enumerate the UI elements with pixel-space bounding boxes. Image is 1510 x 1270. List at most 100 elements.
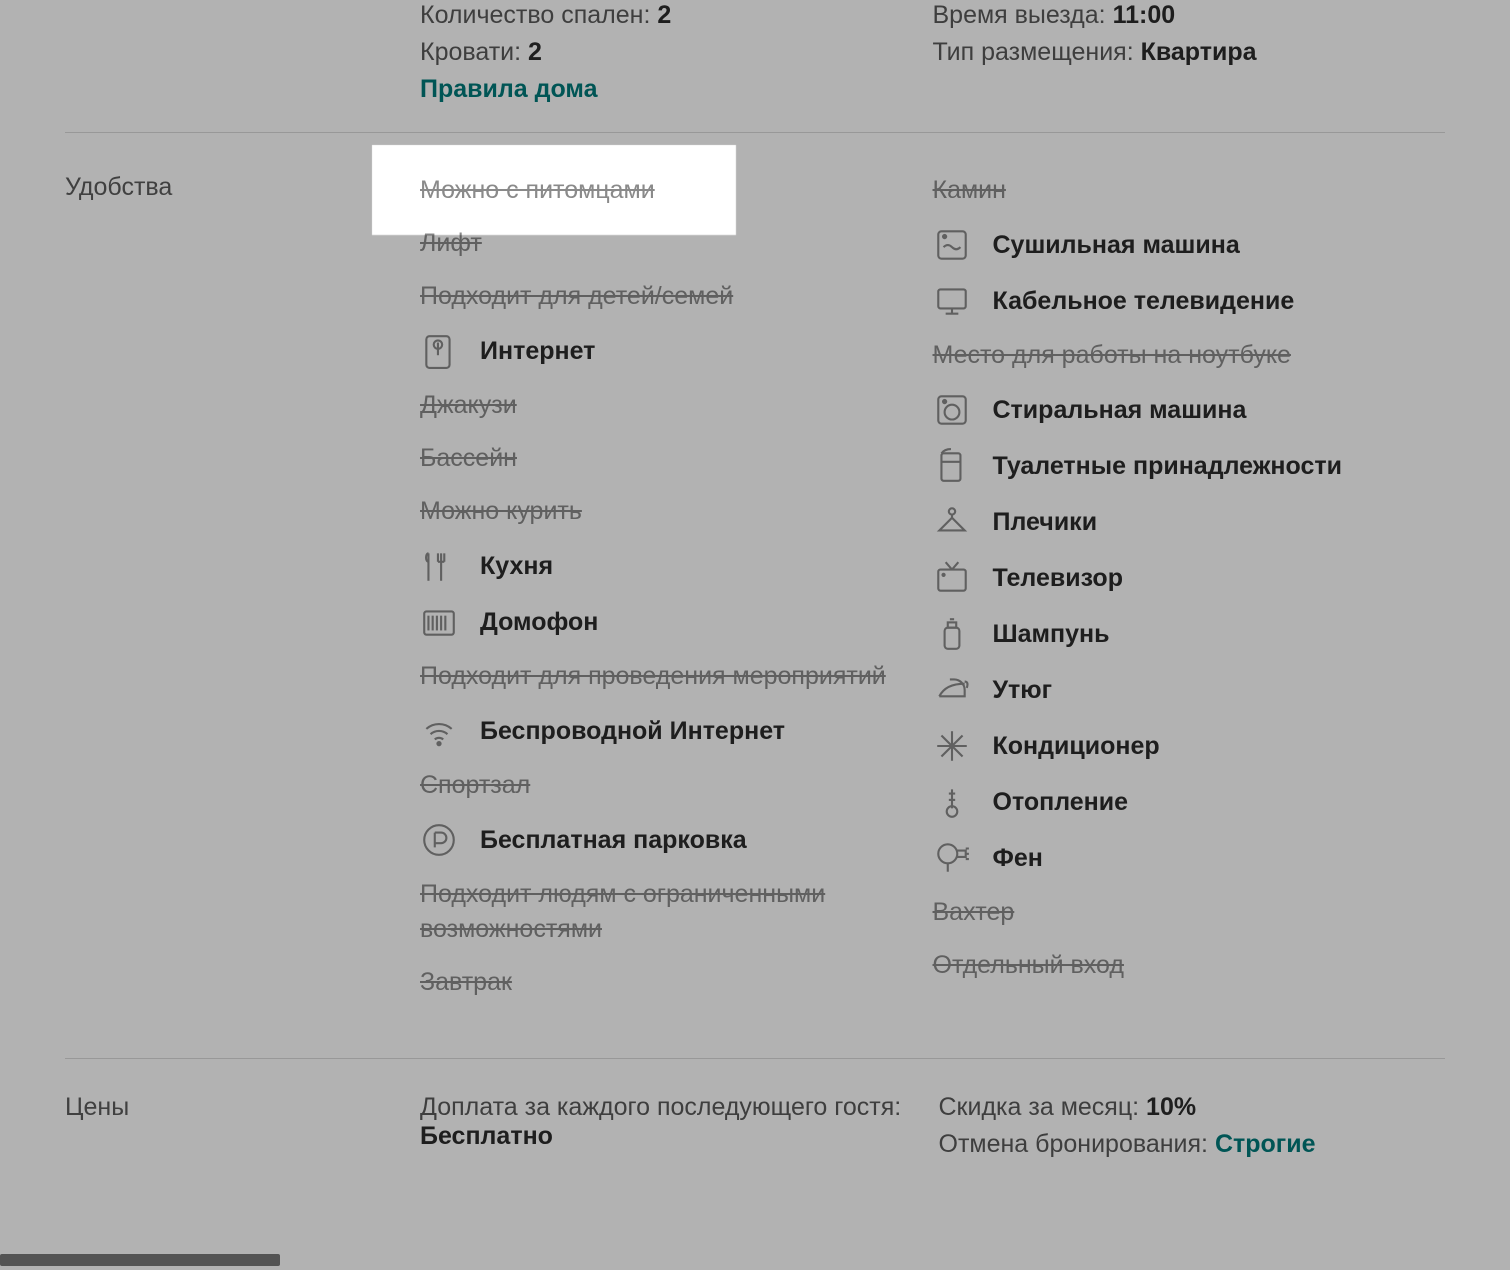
- amenity-label: Фен: [993, 841, 1043, 876]
- kitchen-icon: [420, 547, 480, 585]
- amenity-item: Шампунь: [933, 615, 1446, 653]
- cancellation-line: Отмена бронирования: Строгие: [939, 1130, 1446, 1159]
- prices-right-col: Скидка за месяц: 10% Отмена бронирования…: [939, 1093, 1446, 1167]
- amenity-label: Подходит для проведения мероприятий: [420, 659, 886, 694]
- prices-left-col: Доплата за каждого последующего гостя: Б…: [420, 1093, 939, 1167]
- month-discount-line: Скидка за месяц: 10%: [939, 1093, 1446, 1122]
- amenity-label: Завтрак: [420, 965, 512, 1000]
- extra-guest-label: Доплата за каждого последующего гостя:: [420, 1093, 901, 1121]
- amenity-label: Спортзал: [420, 768, 530, 803]
- amenity-item: Кухня: [420, 547, 933, 585]
- amenity-item: Можно с питомцами: [420, 173, 933, 208]
- amenity-label: Бассейн: [420, 441, 517, 476]
- amenity-label: Можно с питомцами: [420, 173, 655, 208]
- amenity-item: Лифт: [420, 226, 933, 261]
- amenity-label: Вахтер: [933, 895, 1015, 930]
- amenity-label: Плечики: [993, 505, 1098, 540]
- amenity-item: Камин: [933, 173, 1446, 208]
- amenity-label: Отопление: [993, 785, 1129, 820]
- amenity-item: Можно курить: [420, 494, 933, 529]
- amenity-item: Подходит для детей/семей: [420, 279, 933, 314]
- extra-guest-value: Бесплатно: [420, 1122, 553, 1150]
- internet-icon: [420, 332, 480, 370]
- amenity-item: Отопление: [933, 783, 1446, 821]
- amenity-label: Стиральная машина: [993, 393, 1247, 428]
- toiletries-icon: [933, 447, 993, 485]
- amenity-label: Кухня: [480, 549, 553, 584]
- bedrooms-label: Количество спален:: [420, 1, 657, 29]
- prices-label: Цены: [65, 1093, 420, 1167]
- wifi-icon: [420, 712, 480, 750]
- tv-icon: [933, 559, 993, 597]
- amenity-label: Камин: [933, 173, 1006, 208]
- amenity-label: Можно курить: [420, 494, 582, 529]
- amenity-item: Отдельный вход: [933, 948, 1446, 983]
- amenity-item: Подходит для проведения мероприятий: [420, 659, 933, 694]
- beds-line: Кровати: 2: [420, 38, 933, 67]
- amenity-label: Интернет: [480, 334, 595, 369]
- ac-icon: [933, 727, 993, 765]
- heating-icon: [933, 783, 993, 821]
- intercom-icon: [420, 603, 480, 641]
- amenity-item: Беспроводной Интернет: [420, 712, 933, 750]
- amenity-item: Интернет: [420, 332, 933, 370]
- beds-label: Кровати:: [420, 38, 528, 66]
- amenity-label: Беспроводной Интернет: [480, 714, 785, 749]
- amenity-item: Утюг: [933, 671, 1446, 709]
- beds-value: 2: [528, 38, 542, 66]
- extra-guest-line: Доплата за каждого последующего гостя: Б…: [420, 1093, 927, 1151]
- cancellation-label: Отмена бронирования:: [939, 1130, 1215, 1158]
- amenity-item: Место для работы на ноутбуке: [933, 338, 1446, 373]
- amenity-label: Утюг: [993, 673, 1053, 708]
- amenity-label: Кондиционер: [993, 729, 1160, 764]
- amenity-label: Домофон: [480, 605, 598, 640]
- type-value: Квартира: [1141, 38, 1257, 66]
- top-info-empty-label: [65, 1, 420, 104]
- washer-icon: [933, 391, 993, 429]
- checkout-label: Время выезда:: [933, 1, 1113, 29]
- amenity-item: Бассейн: [420, 441, 933, 476]
- amenity-item: Стиральная машина: [933, 391, 1446, 429]
- checkout-value: 11:00: [1113, 1, 1176, 29]
- hanger-icon: [933, 503, 993, 541]
- amenity-item: Туалетные принадлежности: [933, 447, 1446, 485]
- amenity-label: Туалетные принадлежности: [993, 449, 1343, 484]
- horizontal-scrollbar-thumb[interactable]: [0, 1254, 280, 1266]
- amenity-item: Плечики: [933, 503, 1446, 541]
- checkout-line: Время выезда: 11:00: [933, 1, 1446, 30]
- amenity-item: Завтрак: [420, 965, 933, 1000]
- shampoo-icon: [933, 615, 993, 653]
- amenity-label: Лифт: [420, 226, 482, 261]
- month-discount-label: Скидка за месяц:: [939, 1093, 1147, 1121]
- bedrooms-value: 2: [657, 1, 671, 29]
- amenity-item: Кондиционер: [933, 727, 1446, 765]
- amenity-label: Шампунь: [993, 617, 1110, 652]
- amenity-item: Фен: [933, 839, 1446, 877]
- cancellation-policy-link[interactable]: Строгие: [1215, 1130, 1316, 1158]
- amenity-label: Сушильная машина: [993, 228, 1240, 263]
- cabletv-icon: [933, 282, 993, 320]
- amenity-item: Джакузи: [420, 388, 933, 423]
- amenities-label: Удобства: [65, 173, 420, 1018]
- top-left-col: Количество спален: 2 Кровати: 2 Правила …: [420, 1, 933, 104]
- hairdryer-icon: [933, 839, 993, 877]
- amenity-label: Кабельное телевидение: [993, 284, 1295, 319]
- amenity-label: Подходит людям с ограниченными возможнос…: [420, 877, 933, 947]
- dryer-icon: [933, 226, 993, 264]
- amenity-item: Сушильная машина: [933, 226, 1446, 264]
- amenity-label: Джакузи: [420, 388, 517, 423]
- parking-icon: [420, 821, 480, 859]
- amenity-label: Отдельный вход: [933, 948, 1124, 983]
- amenities-left-column: Можно с питомцами Лифт Подходит для детей/…: [420, 173, 933, 1018]
- amenity-item: Вахтер: [933, 895, 1446, 930]
- top-right-col: Время выезда: 11:00 Тип размещения: Квар…: [933, 1, 1446, 104]
- amenity-label: Место для работы на ноутбуке: [933, 338, 1291, 373]
- type-line: Тип размещения: Квартира: [933, 38, 1446, 67]
- amenities-right-column: Камин Сушильная машина Кабельное телевиден…: [933, 173, 1446, 1018]
- amenity-label: Бесплатная парковка: [480, 823, 747, 858]
- amenity-item: Бесплатная парковка: [420, 821, 933, 859]
- house-rules-link[interactable]: Правила дома: [420, 75, 933, 104]
- type-label: Тип размещения:: [933, 38, 1141, 66]
- amenity-item: Подходит людям с ограниченными возможнос…: [420, 877, 933, 947]
- amenity-item: Телевизор: [933, 559, 1446, 597]
